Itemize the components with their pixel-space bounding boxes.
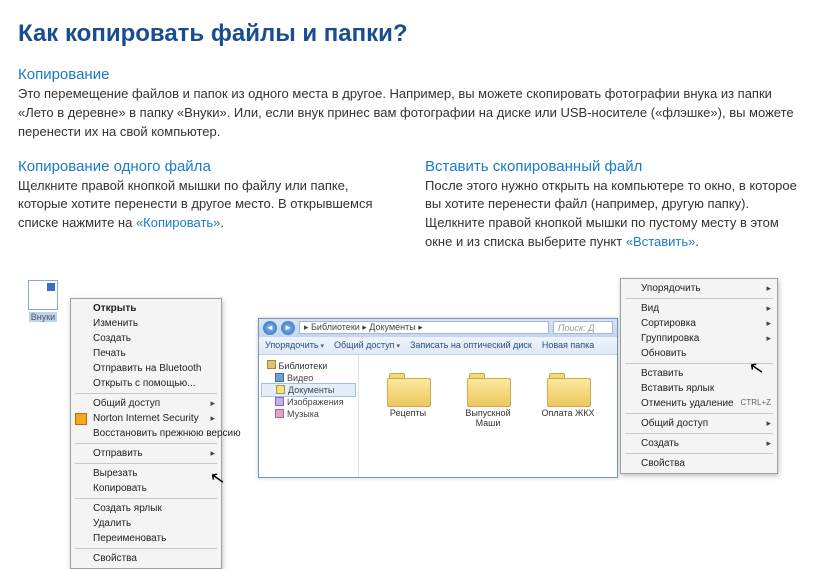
ctx-copy[interactable]: Копировать [71,481,221,496]
ctx2-sep [625,298,773,299]
ctx2-group[interactable]: Группировка [621,331,777,346]
ctx-openwith[interactable]: Открыть с помощью... [71,376,221,391]
norton-icon [75,413,87,425]
paste-link: «Вставить» [626,234,696,249]
section-copy-text: Это перемещение файлов и папок из одного… [18,85,804,142]
side-docs[interactable]: Документы [261,383,356,397]
ctx-sep [75,393,217,394]
ctx2-sep [625,433,773,434]
ctx2-view[interactable]: Вид [621,301,777,316]
ctx-sep [75,548,217,549]
folder-item[interactable]: Выпускной Маши [457,373,519,477]
folder-icon [467,373,509,405]
ctx-create[interactable]: Создать [71,331,221,346]
desktop-file-icon[interactable]: Внуки [22,280,64,322]
ctx-sep [75,463,217,464]
nav-back-button[interactable]: ◄ [263,321,277,335]
context-menu-left: Открыть Изменить Создать Печать Отправит… [70,298,222,569]
ctx2-share[interactable]: Общий доступ [621,416,777,431]
explorer-titlebar: ◄ ► ▸ Библиотеки ▸ Документы ▸ Поиск: Д [259,319,617,337]
libraries-icon [267,360,276,369]
section-one-head: Копирование одного файла [18,158,397,175]
side-images[interactable]: Изображения [261,396,356,408]
section-paste-text-before: После этого нужно открыть на компьютере … [425,178,797,250]
folder-label: Оплата ЖКХ [541,408,594,418]
section-paste: Вставить скопированный файл После этого … [425,158,804,260]
section-one-file: Копирование одного файла Щелкните правой… [18,158,397,260]
section-paste-head: Вставить скопированный файл [425,158,804,175]
search-input[interactable]: Поиск: Д [553,321,613,334]
figure-copy-context: Внуки Открыть Изменить Создать Печать От… [18,278,228,508]
section-copy: Копирование Это перемещение файлов и пап… [18,66,804,142]
cursor-icon: ↖ [747,357,766,380]
ctx2-undo[interactable]: Отменить удалениеCTRL+Z [621,396,777,411]
tb-share[interactable]: Общий доступ [334,340,400,350]
explorer-main: Рецепты Выпускной Маши Оплата ЖКХ [359,355,617,477]
folder-item[interactable]: Оплата ЖКХ [537,373,599,477]
folder-label: Рецепты [390,408,426,418]
nav-forward-button[interactable]: ► [281,321,295,335]
ctx-shortcut[interactable]: Создать ярлык [71,501,221,516]
folder-icon [547,373,589,405]
images-icon [275,397,284,406]
ctx-sep [75,498,217,499]
desktop-file-label: Внуки [29,312,57,322]
explorer-window: ◄ ► ▸ Библиотеки ▸ Документы ▸ Поиск: Д … [258,318,618,478]
ctx2-sep [625,413,773,414]
folder-icon [387,373,429,405]
ctx2-create[interactable]: Создать [621,436,777,451]
ctx-sep [75,443,217,444]
ctx2-sep [625,453,773,454]
documents-icon [276,385,285,394]
tb-newfolder[interactable]: Новая папка [542,340,594,350]
ctx-print[interactable]: Печать [71,346,221,361]
side-libs[interactable]: Библиотеки [261,359,356,372]
tb-organize[interactable]: Упорядочить [265,340,324,350]
folder-item[interactable]: Рецепты [377,373,439,477]
figure-paste-explorer: ◄ ► ▸ Библиотеки ▸ Документы ▸ Поиск: Д … [258,278,778,488]
page-title: Как копировать файлы и папки? [18,20,804,48]
ctx-cut[interactable]: Вырезать [71,466,221,481]
section-paste-text: После этого нужно открыть на компьютере … [425,177,804,252]
ctx-restore[interactable]: Восстановить прежнюю версию [71,426,221,441]
address-bar[interactable]: ▸ Библиотеки ▸ Документы ▸ [299,321,549,334]
ctx2-sort[interactable]: Сортировка [621,316,777,331]
explorer-toolbar: Упорядочить Общий доступ Записать на опт… [259,337,617,355]
section-paste-text-after: . [695,234,699,249]
folder-label: Выпускной Маши [465,408,510,428]
ctx-open[interactable]: Открыть [71,301,221,316]
copy-link: «Копировать» [136,215,220,230]
cursor-icon: ↖ [208,467,227,490]
section-copy-head: Копирование [18,66,804,83]
music-icon [275,409,284,418]
ctx-share[interactable]: Общий доступ [71,396,221,411]
document-icon [28,280,58,310]
tb-burn[interactable]: Записать на оптический диск [410,340,532,350]
section-one-text: Щелкните правой кнопкой мышки по файлу и… [18,177,397,234]
ctx2-paste-shortcut[interactable]: Вставить ярлык [621,381,777,396]
explorer-sidebar: Библиотеки Видео Документы Изображения М… [259,355,359,477]
ctx-rename[interactable]: Переименовать [71,531,221,546]
ctx-send[interactable]: Отправить [71,446,221,461]
ctx-edit[interactable]: Изменить [71,316,221,331]
ctx2-organize[interactable]: Упорядочить [621,281,777,296]
ctx2-undo-key: CTRL+Z [741,398,771,407]
ctx2-props[interactable]: Свойства [621,456,777,471]
ctx-bluetooth[interactable]: Отправить на Bluetooth [71,361,221,376]
section-one-text-after: . [220,215,224,230]
video-icon [275,373,284,382]
side-music[interactable]: Музыка [261,408,356,420]
ctx-norton[interactable]: Norton Internet Security [71,411,221,426]
ctx-props[interactable]: Свойства [71,551,221,566]
